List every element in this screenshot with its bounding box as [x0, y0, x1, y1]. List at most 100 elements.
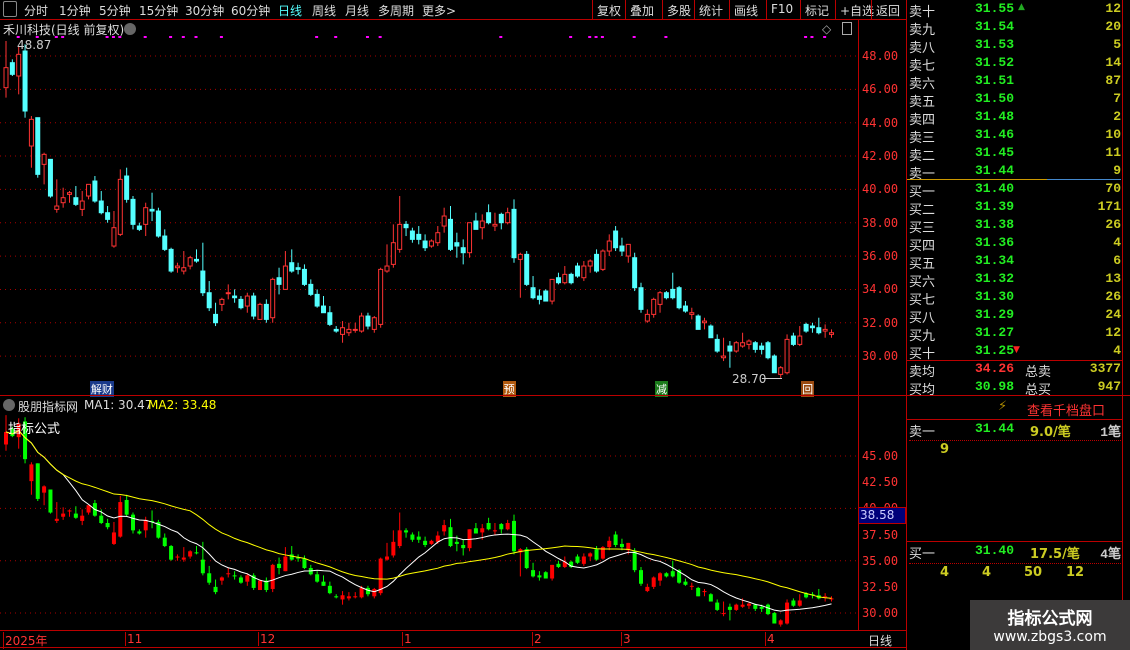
- candle-body: [651, 298, 657, 315]
- candle-body: [428, 240, 434, 247]
- main-candle: [257, 302, 263, 320]
- price-tick: 38.00: [862, 215, 899, 230]
- price-tick: 46.00: [862, 82, 899, 97]
- candle-body: [822, 328, 828, 332]
- sub-candle: [410, 532, 415, 542]
- candle-body: [238, 577, 243, 583]
- sub-candle: [277, 557, 282, 575]
- candle-body: [588, 553, 593, 557]
- candle-body: [346, 596, 351, 599]
- candle-body: [664, 573, 669, 577]
- price-tick: 48.00: [862, 49, 899, 63]
- event-marker: [810, 36, 814, 38]
- candle-body: [213, 313, 219, 324]
- toolbar-button-8[interactable]: 返回: [871, 0, 904, 19]
- candle-body: [416, 233, 422, 240]
- candle-body: [632, 257, 638, 289]
- candle-body: [473, 528, 478, 534]
- candle-body: [175, 556, 180, 558]
- sub-candle: [175, 554, 180, 561]
- candle-body: [270, 278, 276, 319]
- candle-body: [225, 292, 231, 295]
- candle-body: [9, 62, 15, 75]
- candle-body: [353, 596, 358, 598]
- event-marker: [588, 36, 592, 38]
- row-volume: 14: [1105, 55, 1121, 70]
- main-candle: [752, 341, 758, 353]
- candle-body: [168, 248, 174, 272]
- row-label: 买四: [909, 239, 936, 254]
- sub-candle: [791, 598, 796, 607]
- row-volume: 7: [1113, 91, 1121, 106]
- candle-body: [118, 502, 123, 537]
- row-label: 卖三: [909, 131, 936, 146]
- level-label: 买一: [909, 547, 936, 562]
- main-candle: [232, 289, 238, 303]
- main-candle: [422, 234, 428, 252]
- main-candle: [733, 341, 739, 353]
- candle-body: [48, 489, 53, 513]
- main-candle: [809, 322, 815, 333]
- candle-body: [537, 575, 542, 578]
- event-marker: [600, 36, 604, 38]
- main-candle: [371, 316, 377, 333]
- row-volume: 9: [1113, 163, 1121, 178]
- sub-candle: [658, 572, 663, 586]
- main-candle: [473, 212, 479, 230]
- down-arrow-icon: ▼: [1013, 345, 1020, 355]
- row-volume: 20: [1105, 19, 1121, 34]
- main-candle: [47, 158, 53, 198]
- indicator-tick: 45.00: [862, 449, 899, 463]
- row-label: 卖五: [909, 95, 936, 110]
- candle-body: [734, 604, 739, 610]
- event-marker: [823, 36, 827, 38]
- candle-body: [581, 265, 587, 279]
- sub-candle: [232, 571, 237, 580]
- sub-candle: [537, 571, 542, 581]
- high-price-label: 48.87: [17, 38, 52, 52]
- main-candle: [200, 242, 206, 297]
- sub-candle: [543, 571, 548, 579]
- sub-candle: [727, 603, 732, 621]
- candle-body: [257, 303, 263, 320]
- sub-candle: [556, 560, 561, 569]
- depth-link[interactable]: 查看千档盘口: [1027, 400, 1105, 419]
- sub-candle: [73, 506, 78, 519]
- sub-candle: [632, 548, 637, 573]
- candle-body: [289, 554, 294, 560]
- date-label: 12: [258, 632, 276, 646]
- candle-body: [486, 523, 491, 530]
- main-candle: [79, 191, 85, 217]
- sub-candle: [308, 564, 313, 576]
- candle-body: [232, 575, 237, 577]
- candle-body: [385, 556, 389, 560]
- date-label: 3: [621, 632, 631, 646]
- avg-row-avg_buy: 买均 30.98 总买 947: [909, 379, 1121, 398]
- date-label: 2: [532, 632, 542, 646]
- candle-body: [28, 118, 34, 147]
- main-candlestick-chart[interactable]: [0, 0, 858, 396]
- event-marker: [804, 36, 808, 38]
- main-candle: [543, 289, 549, 302]
- row-price: 31.50: [975, 91, 1015, 106]
- candle-body: [676, 287, 682, 309]
- sub-candle: [385, 542, 389, 561]
- main-candle: [9, 59, 15, 77]
- candle-body: [696, 587, 701, 597]
- candle-body: [98, 200, 104, 214]
- candle-body: [460, 247, 466, 254]
- indicator-chart[interactable]: [0, 396, 858, 630]
- candle-body: [131, 514, 135, 531]
- main-candle: [384, 244, 390, 273]
- candle-body: [486, 212, 492, 224]
- ask-row: 卖五 31.50 7: [909, 91, 1121, 110]
- event-marker: [118, 36, 122, 38]
- sub-candle: [327, 581, 332, 595]
- candle-body: [346, 328, 352, 334]
- main-candle: [740, 332, 746, 348]
- event-marker: [499, 36, 503, 38]
- sub-candle: [283, 547, 288, 572]
- candle-body: [568, 273, 574, 284]
- sub-candle: [219, 576, 224, 585]
- sub-candle: [194, 546, 199, 555]
